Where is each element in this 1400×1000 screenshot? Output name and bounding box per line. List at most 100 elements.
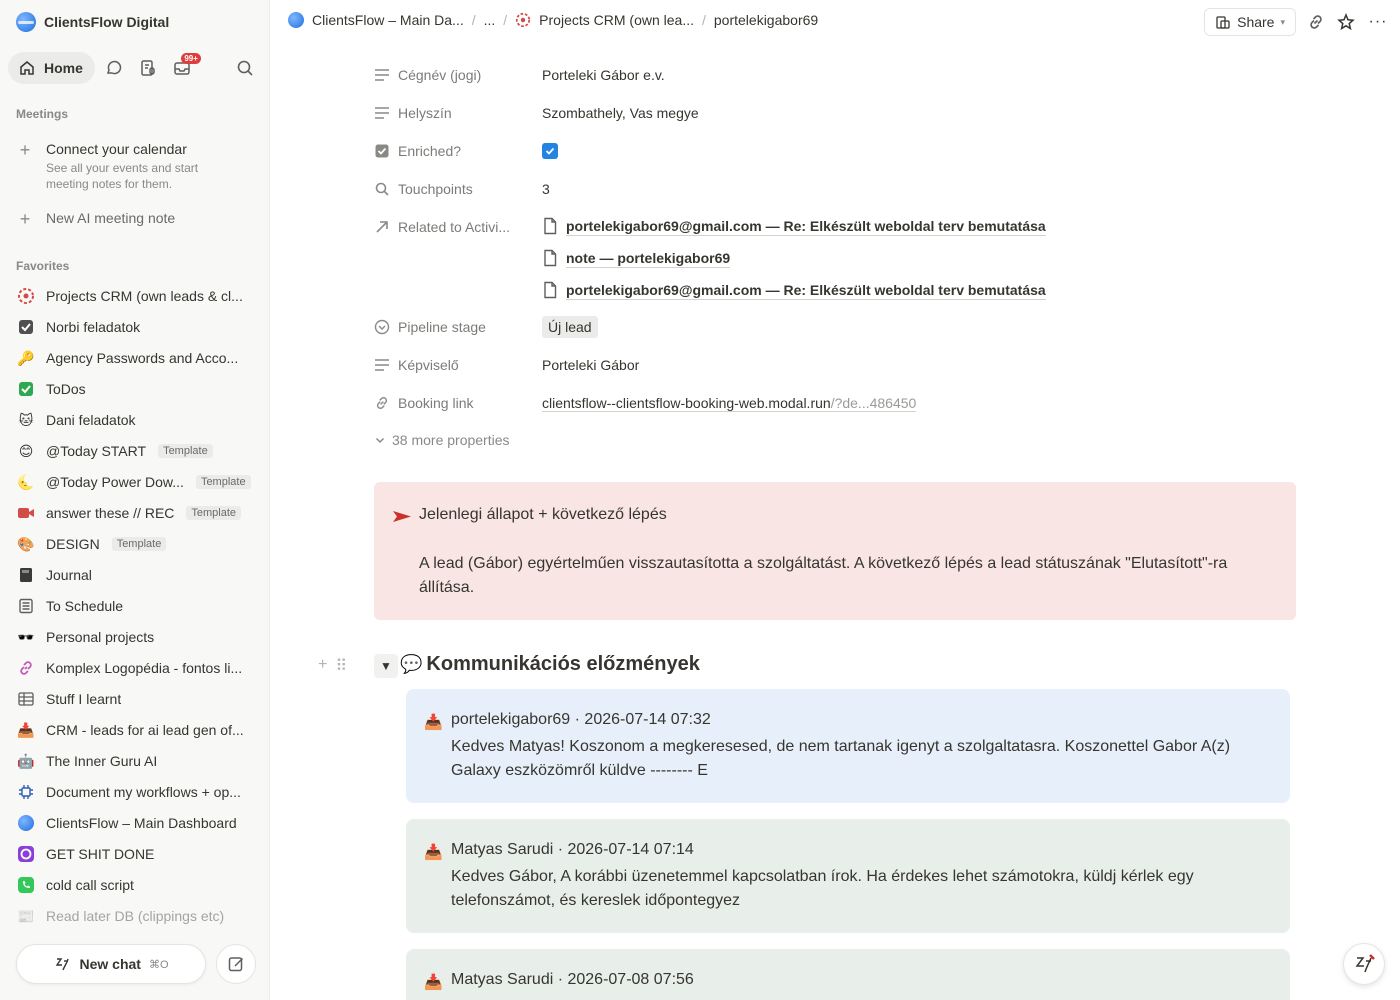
sidebar-item-todos[interactable]: ToDos (16, 375, 262, 403)
connect-calendar-item[interactable]: + Connect your calendar See all your eve… (16, 141, 256, 192)
sidebar-item-today-start[interactable]: 😊 @Today START Template (16, 437, 262, 465)
property-name[interactable]: Képviselő (374, 353, 542, 377)
chip-icon (16, 782, 36, 802)
sidebar-item-stuff-i-learnt[interactable]: Stuff I learnt (16, 685, 262, 713)
property-location: Helyszín Szombathely, Vas megye (374, 101, 1294, 125)
pipeline-stage-tag[interactable]: Új lead (542, 316, 598, 338)
related-item[interactable]: portelekigabor69@gmail.com — Re: Elkészü… (542, 210, 1046, 242)
new-chat-button[interactable]: New chat ⌘O (16, 944, 206, 984)
breadcrumb-separator: / (503, 12, 508, 28)
property-value[interactable]: Szombathely, Vas megye (542, 101, 699, 125)
sidebar-item-get-shit-done[interactable]: GET SHIT DONE (16, 840, 262, 868)
table-icon (16, 689, 36, 709)
property-value[interactable]: Porteleki Gábor (542, 353, 639, 377)
breadcrumb-item-dashboard[interactable]: ClientsFlow – Main Da... (288, 12, 464, 28)
red-flag-icon (392, 510, 412, 527)
property-name[interactable]: Pipeline stage (374, 315, 542, 339)
toggle-heading-button[interactable]: ▼ (374, 654, 398, 678)
text-lines-icon (374, 105, 390, 121)
favorites-section-title: Favorites (16, 259, 70, 273)
sidebar-item-read-later[interactable]: 📰 Read later DB (clippings etc) (16, 902, 262, 930)
favorite-button[interactable] (1334, 10, 1358, 34)
sidebar-item-to-schedule[interactable]: To Schedule (16, 592, 262, 620)
ai-face-icon (1355, 954, 1375, 973)
property-value[interactable]: Porteleki Gábor e.v. (542, 63, 665, 87)
sidebar-item-inner-guru[interactable]: 🤖 The Inner Guru AI (16, 747, 262, 775)
breadcrumb: ClientsFlow – Main Da... / ... / Project… (288, 12, 818, 28)
checkbox-icon (16, 317, 36, 337)
share-button[interactable]: Share ▾ (1204, 8, 1296, 36)
status-circle-icon (374, 319, 390, 335)
booking-url[interactable]: clientsflow--clientsflow-booking-web.mod… (542, 395, 917, 412)
property-name[interactable]: Booking link (374, 391, 542, 415)
sidebar-item-document-workflows[interactable]: Document my workflows + op... (16, 778, 262, 806)
sidebar-item-agency-passwords[interactable]: 🔑 Agency Passwords and Acco... (16, 344, 262, 372)
cat-icon: 🐱 (18, 411, 34, 428)
sidebar-item-crm-leads[interactable]: 📥 CRM - leads for ai lead gen of... (16, 716, 262, 744)
ai-assistant-button[interactable] (1343, 943, 1385, 985)
chat-button[interactable] (97, 52, 131, 84)
property-value: portelekigabor69@gmail.com — Re: Elkészü… (542, 210, 1046, 306)
inbox-tray-icon: 📥 (17, 721, 35, 738)
moon-icon: 🌜 (17, 473, 35, 490)
crm-target-icon (515, 12, 531, 28)
breadcrumb-item-current-page[interactable]: portelekigabor69 (714, 12, 818, 28)
enriched-checkbox[interactable] (542, 143, 558, 159)
sidebar-item-answer-these[interactable]: answer these // REC Template (16, 499, 262, 527)
more-properties-toggle[interactable]: 38 more properties (374, 432, 510, 448)
property-name[interactable]: Enriched? (374, 139, 542, 163)
video-camera-icon (16, 503, 36, 523)
sidebar-item-norbi[interactable]: Norbi feladatok (16, 313, 262, 341)
sidebar-item-journal[interactable]: Journal (16, 561, 262, 589)
home-button[interactable]: Home (8, 52, 95, 84)
breadcrumb-separator: / (702, 12, 706, 28)
crm-target-icon (16, 286, 36, 306)
property-company: Cégnév (jogi) Porteleki Gábor e.v. (374, 63, 1294, 87)
more-options-button[interactable]: ··· (1366, 10, 1390, 34)
workspace-switcher[interactable]: ClientsFlow Digital (16, 11, 169, 33)
page-icon (544, 249, 557, 267)
property-touchpoints: Touchpoints 3 (374, 177, 1294, 201)
sidebar-item-dani[interactable]: 🐱 Dani feladatok (16, 406, 262, 434)
message-header: Matyas Sarudi · 2026-07-08 07:56 (451, 971, 694, 988)
sidebar-item-cold-call[interactable]: cold call script (16, 871, 262, 899)
inbox-button[interactable]: 99+ (165, 52, 201, 84)
property-name[interactable]: Helyszín (374, 101, 542, 125)
property-value[interactable]: 3 (542, 177, 550, 201)
search-icon (237, 60, 253, 76)
add-block-icon[interactable]: + (318, 656, 327, 676)
breadcrumb-item-projects-crm[interactable]: Projects CRM (own lea... (515, 12, 694, 28)
search-button[interactable] (228, 52, 262, 84)
home-icon (20, 61, 34, 75)
sidebar-item-clientsflow-dashboard[interactable]: ClientsFlow – Main Dashboard (16, 809, 262, 837)
sidebar-item-design[interactable]: 🎨 DESIGN Template (16, 530, 262, 558)
clipboard-mic-icon (141, 60, 155, 76)
meeting-notes-button[interactable] (131, 52, 165, 84)
message-body: Kedves Gábor, A korábbi üzenetemmel kapc… (451, 868, 1194, 909)
phone-icon (16, 875, 36, 895)
link-icon (374, 395, 390, 411)
template-badge: Template (111, 537, 167, 551)
message-header: Matyas Sarudi · 2026-07-14 07:14 (451, 841, 694, 858)
callout-title: Jelenlegi állapot + következő lépés (419, 506, 667, 523)
property-name[interactable]: Cégnév (jogi) (374, 63, 542, 87)
related-item[interactable]: portelekigabor69@gmail.com — Re: Elkészü… (542, 274, 1046, 306)
sidebar-item-today-power-down[interactable]: 🌜 @Today Power Dow... Template (16, 468, 262, 496)
related-item[interactable]: note — portelekigabor69 (542, 242, 1046, 274)
breadcrumb-item-ellipsis[interactable]: ... (484, 12, 496, 28)
message-card: 📥 portelekigabor69 · 2026-07-14 07:32 Ke… (406, 689, 1290, 803)
compose-icon (228, 957, 244, 972)
new-page-button[interactable] (216, 944, 256, 984)
drag-handle-icon[interactable]: ⠿ (335, 656, 347, 676)
property-name[interactable]: Related to Activi... (374, 215, 542, 239)
new-ai-meeting-note[interactable]: + New AI meeting note (16, 210, 256, 228)
sidebar-item-projects-crm[interactable]: Projects CRM (own leads & cl... (16, 282, 262, 310)
list-icon (16, 596, 36, 616)
sidebar-item-komplex-logopedia[interactable]: Komplex Logopédia - fontos li... (16, 654, 262, 682)
sidebar-item-personal-projects[interactable]: 🕶️ Personal projects (16, 623, 262, 651)
new-chat-label: New chat (79, 956, 141, 972)
plus-icon: + (19, 140, 31, 160)
copy-link-button[interactable] (1304, 10, 1328, 34)
property-name[interactable]: Touchpoints (374, 177, 542, 201)
block-handles: + ⠿ (318, 656, 347, 676)
